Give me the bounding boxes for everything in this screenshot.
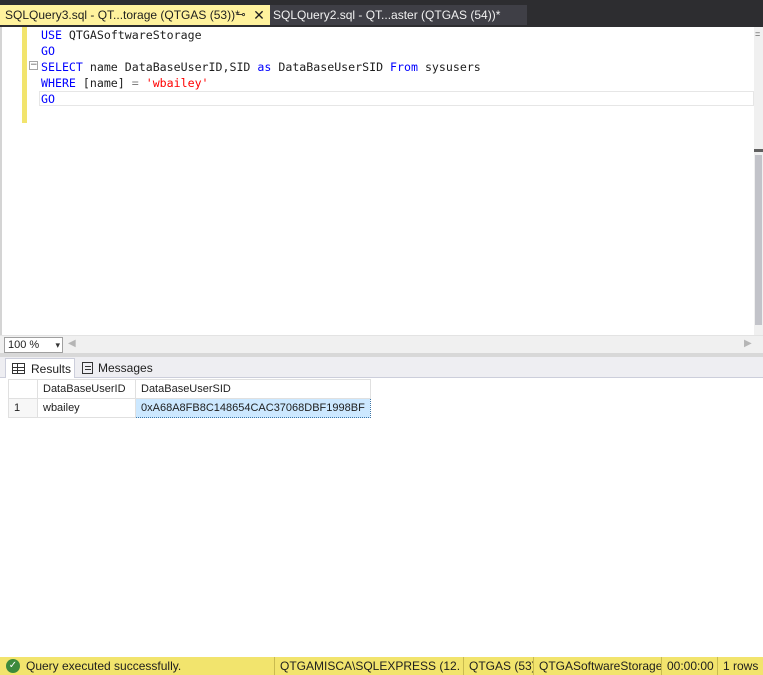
tab-messages-label: Messages bbox=[98, 361, 153, 375]
results-tab-strip: Results Messages bbox=[0, 357, 763, 378]
results-pane: DataBaseUserID DataBaseUserSID 1 wbailey… bbox=[0, 379, 763, 657]
messages-icon bbox=[82, 362, 93, 374]
zoom-bar: 100 % ▾ ◀ ▶ bbox=[0, 335, 763, 353]
split-icon[interactable]: = bbox=[755, 29, 763, 39]
code-line-5: GO bbox=[41, 91, 55, 107]
document-tab-strip: SQLQuery3.sql - QT...torage (QTGAS (53))… bbox=[0, 0, 763, 27]
results-grid: DataBaseUserID DataBaseUserSID 1 wbailey… bbox=[8, 379, 371, 418]
table-cell[interactable]: wbailey bbox=[37, 398, 136, 418]
scroll-right-icon[interactable]: ▶ bbox=[744, 338, 752, 349]
keyword-as: as bbox=[257, 60, 272, 74]
table-row: 1 wbailey 0xA68A8FB8C148654CAC37068DBF19… bbox=[8, 398, 371, 418]
change-tracking-bar bbox=[22, 27, 27, 123]
status-elapsed: 00:00:00 bbox=[661, 657, 717, 675]
table-name: sysusers bbox=[417, 60, 481, 74]
tab-sqlquery2-label: SQLQuery2.sql - QT...aster (QTGAS (54))* bbox=[273, 8, 501, 22]
scroll-thumb[interactable] bbox=[755, 155, 762, 325]
grid-header-row: DataBaseUserID DataBaseUserSID bbox=[8, 379, 371, 399]
status-rows: 1 rows bbox=[717, 657, 763, 675]
pin-icon[interactable]: ⊸ bbox=[233, 7, 249, 23]
keyword-go: GO bbox=[41, 92, 55, 106]
code-line-1: USE QTGASoftwareStorage bbox=[41, 27, 202, 43]
row-number[interactable]: 1 bbox=[8, 398, 38, 418]
code-line-2: GO bbox=[41, 43, 55, 59]
current-line-highlight bbox=[39, 91, 754, 106]
collapse-icon[interactable]: − bbox=[29, 61, 38, 70]
tab-sqlquery2[interactable]: SQLQuery2.sql - QT...aster (QTGAS (54))* bbox=[270, 5, 527, 25]
keyword-use: USE bbox=[41, 28, 62, 42]
keyword-select: SELECT bbox=[41, 60, 83, 74]
keyword-go: GO bbox=[41, 44, 55, 58]
status-server: QTGAMISCA\SQLEXPRESS (12.0 ... bbox=[274, 657, 460, 675]
tab-results-label: Results bbox=[31, 361, 72, 376]
column-header[interactable]: DataBaseUserID bbox=[37, 379, 136, 399]
editor-border bbox=[0, 27, 2, 335]
status-session: QTGAS (53) bbox=[463, 657, 533, 675]
query-editor[interactable]: − USE QTGASoftwareStorage GO SELECT name… bbox=[0, 27, 763, 335]
grid-icon bbox=[12, 363, 25, 374]
keyword-where: WHERE bbox=[41, 76, 76, 90]
string-literal: 'wbailey' bbox=[145, 76, 209, 90]
status-database: QTGASoftwareStorage bbox=[533, 657, 661, 675]
where-column: [name] bbox=[75, 76, 132, 90]
editor-vertical-scrollbar[interactable]: = bbox=[754, 27, 763, 335]
scroll-position-marker bbox=[754, 149, 763, 152]
status-message: Query executed successfully. bbox=[26, 659, 182, 673]
scroll-left-icon[interactable]: ◀ bbox=[68, 338, 76, 349]
tab-messages[interactable]: Messages bbox=[78, 358, 153, 378]
column-header[interactable]: DataBaseUserSID bbox=[135, 379, 371, 399]
database-name: QTGASoftwareStorage bbox=[61, 28, 202, 42]
chevron-down-icon: ▾ bbox=[55, 340, 60, 350]
zoom-value: 100 % bbox=[8, 339, 40, 351]
select-columns: name DataBaseUserID,SID bbox=[82, 60, 258, 74]
close-icon[interactable]: ✕ bbox=[251, 7, 267, 23]
table-cell-selected[interactable]: 0xA68A8FB8C148654CAC37068DBF1998BF bbox=[135, 398, 371, 418]
operator-equals: = bbox=[131, 76, 139, 90]
zoom-select[interactable]: 100 % ▾ bbox=[4, 337, 63, 353]
tab-results[interactable]: Results bbox=[5, 358, 75, 378]
success-check-icon: ✓ bbox=[6, 659, 20, 673]
status-bar: ✓ Query executed successfully. QTGAMISCA… bbox=[0, 657, 763, 675]
code-line-3: SELECT name DataBaseUserID,SID as DataBa… bbox=[41, 59, 481, 75]
tab-sqlquery3[interactable]: SQLQuery3.sql - QT...torage (QTGAS (53))… bbox=[0, 5, 270, 25]
tab-sqlquery3-label: SQLQuery3.sql - QT...torage (QTGAS (53))… bbox=[5, 8, 240, 22]
row-number-header[interactable] bbox=[8, 379, 38, 399]
alias: DataBaseUserSID bbox=[271, 60, 391, 74]
code-line-4: WHERE [name] = 'wbailey' bbox=[41, 75, 209, 91]
keyword-from: From bbox=[390, 60, 418, 74]
